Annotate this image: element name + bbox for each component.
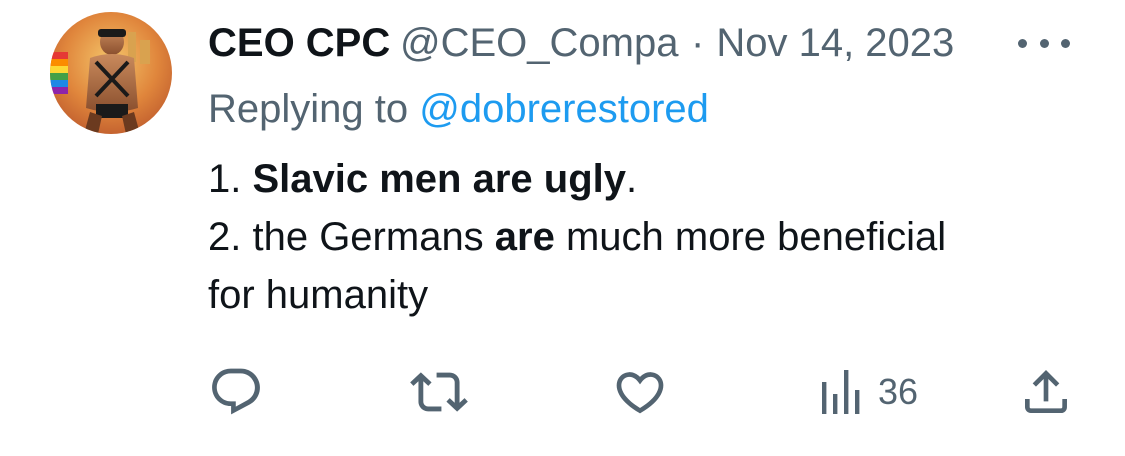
dot <box>1018 38 1027 48</box>
separator: · <box>691 21 705 65</box>
text-segment: much more beneficial <box>554 215 947 259</box>
tweet-line-2: 2. the Germans are much more beneficial <box>208 208 1088 266</box>
avatar[interactable] <box>50 12 172 134</box>
reply-button[interactable] <box>208 362 264 422</box>
user-handle[interactable]: @CEO_Compa <box>400 18 687 68</box>
views-count: 36 <box>878 371 919 412</box>
dot <box>1061 38 1070 48</box>
text-segment: 2. the Germans <box>208 215 495 259</box>
tweet-date[interactable]: Nov 14, 2023 <box>716 18 954 68</box>
tweet-header: CEO CPC @CEO_Compa · Nov 14, 2023 <box>208 18 954 68</box>
views-icon <box>822 370 860 414</box>
bold-text: Slavic men are ugly <box>252 157 626 201</box>
tweet-line-1: 1. Slavic men are ugly. <box>208 150 1088 208</box>
retweet-button[interactable] <box>410 362 468 422</box>
tweet[interactable]: CEO CPC @CEO_Compa · Nov 14, 2023 Replyi… <box>0 0 1125 456</box>
reply-mention-link[interactable]: @dobrerestored <box>419 87 709 131</box>
bold-text: are <box>494 215 555 259</box>
replying-prefix: Replying to <box>208 87 420 131</box>
tweet-text: 1. Slavic men are ugly. 2. the Germans a… <box>208 150 1088 324</box>
tweet-line-3: for humanity <box>208 273 429 317</box>
dot <box>1039 38 1049 48</box>
display-name[interactable]: CEO CPC <box>208 18 396 68</box>
heart-icon <box>616 372 664 414</box>
reply-icon <box>212 368 260 415</box>
text-segment: 1. <box>208 157 253 201</box>
more-options-icon[interactable] <box>1018 36 1070 50</box>
views-button[interactable]: 36 <box>818 362 918 422</box>
action-bar: 36 <box>0 362 1125 422</box>
share-icon <box>1025 370 1067 413</box>
avatar-image <box>50 12 172 134</box>
replying-to: Replying to @dobrerestored <box>208 84 709 134</box>
text-segment: . <box>626 157 638 201</box>
share-button[interactable] <box>1018 362 1074 422</box>
like-button[interactable] <box>612 362 668 422</box>
retweet-icon <box>410 372 468 412</box>
